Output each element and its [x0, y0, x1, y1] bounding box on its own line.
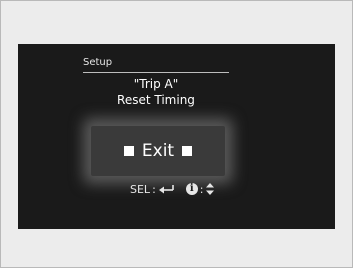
- title-reset-timing: Reset Timing: [117, 93, 195, 107]
- enter-arrow-icon: [158, 184, 174, 194]
- exit-button[interactable]: Exit: [91, 126, 225, 176]
- sel-label: SEL: [130, 182, 151, 196]
- sel-colon: :: [152, 182, 156, 196]
- info-colon: :: [199, 182, 204, 196]
- up-down-arrows-icon: [205, 183, 214, 195]
- info-icon: i: [185, 183, 198, 195]
- header-divider: [83, 72, 229, 73]
- display-screen: Setup "Trip A" Reset Timing Exit SEL : i…: [18, 44, 335, 229]
- title-trip: "Trip A": [133, 77, 179, 91]
- setup-header: Setup: [83, 57, 113, 68]
- exit-label: Exit: [141, 141, 175, 161]
- hint-row: SEL : i :: [130, 180, 214, 198]
- square-left-icon: [123, 146, 134, 156]
- page-frame: Setup "Trip A" Reset Timing Exit SEL : i…: [0, 0, 353, 268]
- square-right-icon: [182, 146, 193, 156]
